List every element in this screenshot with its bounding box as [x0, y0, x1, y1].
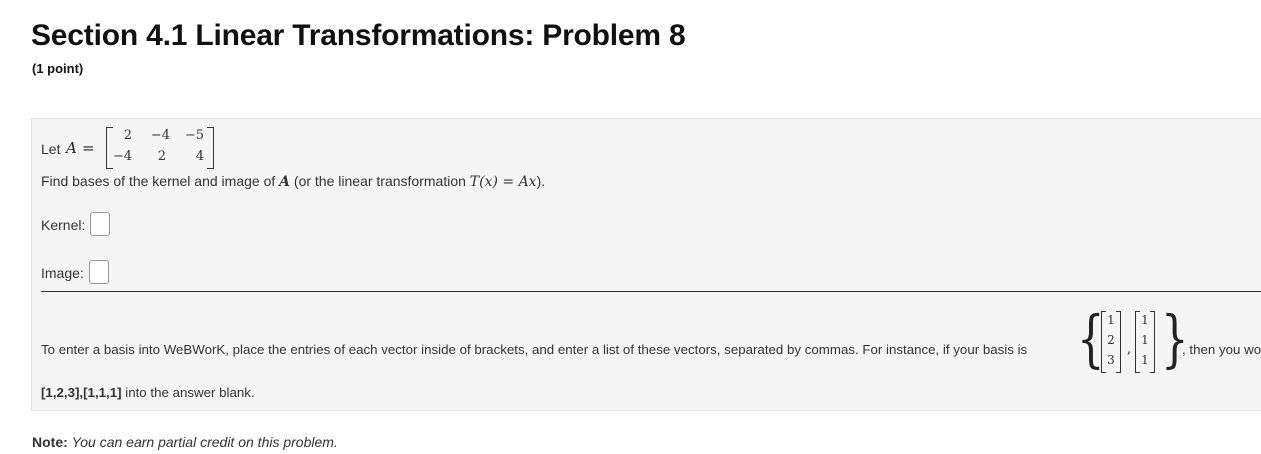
- example-answer-line: [1,2,3],[1,1,1] into the answer blank.: [41, 385, 255, 400]
- vector-comma: ,: [1127, 342, 1132, 357]
- image-answer-input[interactable]: [89, 260, 109, 284]
- problem-box: Let A = 2 −4 −5 −4 2 4 Find bases of the…: [31, 118, 1261, 411]
- vector-entry: 2: [1107, 333, 1115, 347]
- vector-entry: 1: [1141, 313, 1149, 327]
- set-close-brace: }: [1161, 302, 1189, 375]
- hint-text: To enter a basis into WeBWorK, place the…: [41, 342, 1028, 357]
- divider-line: [41, 291, 1261, 292]
- note-text: You can earn partial credit on this prob…: [71, 434, 338, 450]
- let-label: Let: [41, 141, 61, 157]
- instruction-suffix: ).: [536, 173, 546, 189]
- example-vector-2: 1 1 1: [1135, 311, 1155, 373]
- vector-entry: 3: [1107, 353, 1115, 367]
- example-vector-1: 1 2 3: [1101, 311, 1121, 373]
- matrix-cell: −5: [184, 128, 204, 143]
- matrix-cell: 4: [195, 149, 204, 164]
- page-title: Section 4.1 Linear Transformations: Prob…: [31, 19, 686, 52]
- footer-note: Note: You can earn partial credit on thi…: [32, 434, 338, 450]
- equals-sign: =: [82, 139, 95, 157]
- example-answer: [1,2,3],[1,1,1]: [41, 385, 122, 400]
- matrix-a: 2 −4 −5 −4 2 4: [106, 127, 214, 169]
- answer-suffix: into the answer blank.: [125, 385, 255, 400]
- vector-entry: 1: [1107, 313, 1115, 327]
- hint-text-continued: , then you wo: [1182, 342, 1261, 357]
- instruction-prefix: Find bases of the kernel and image of: [41, 173, 276, 189]
- matrix-cell: 2: [157, 149, 166, 164]
- kernel-answer-input[interactable]: [90, 212, 110, 236]
- image-label: Image:: [41, 265, 84, 281]
- note-label: Note:: [32, 434, 68, 450]
- instruction-middle: (or the linear transformation: [293, 173, 466, 189]
- points-label: (1 point): [32, 61, 84, 76]
- matrix-cell: −4: [112, 149, 132, 164]
- kernel-label: Kernel:: [41, 217, 86, 233]
- vector-entry: 1: [1141, 333, 1149, 347]
- matrix-symbol: A: [66, 139, 77, 157]
- matrix-cell: 2: [123, 128, 132, 143]
- example-basis-set: { 1 2 3 , 1 1 1 }: [1077, 304, 1189, 380]
- matrix-cell: −4: [150, 128, 170, 143]
- instruction-formula: T(x) = Ax: [469, 174, 537, 190]
- matrix-right-bracket: [207, 127, 214, 169]
- vector-entry: 1: [1141, 353, 1149, 367]
- instruction-symbol: A: [279, 174, 291, 190]
- instruction-text: Find bases of the kernel and image of A …: [41, 173, 545, 190]
